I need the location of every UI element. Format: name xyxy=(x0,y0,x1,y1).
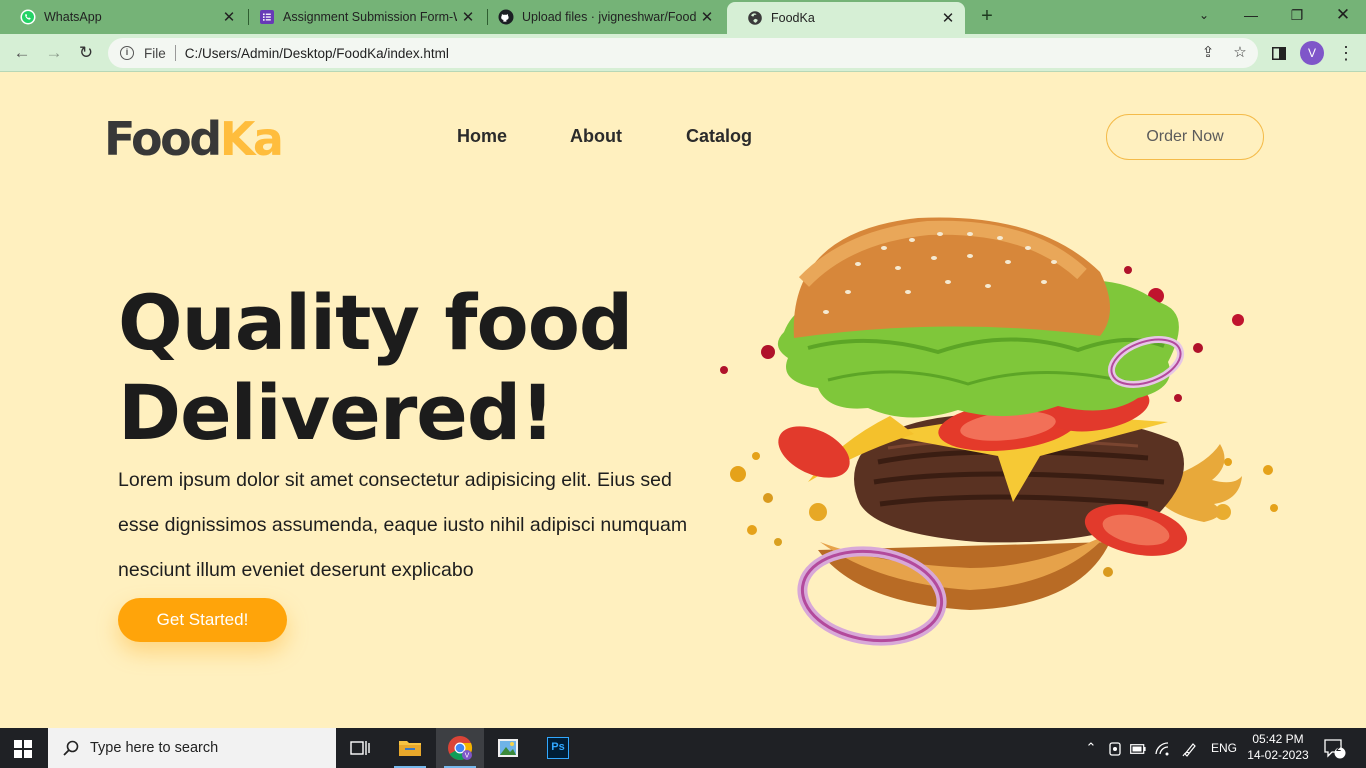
reload-icon[interactable]: ↻ xyxy=(73,40,99,66)
task-view-icon[interactable] xyxy=(336,728,384,768)
tab-title: WhatsApp xyxy=(44,10,102,24)
tab-foodka[interactable]: FoodKa ✕ xyxy=(727,2,965,34)
file-scheme-label: File xyxy=(144,45,166,61)
taskbar-search-input[interactable]: Type here to search xyxy=(48,728,336,768)
close-tab-icon[interactable]: ✕ xyxy=(696,8,718,26)
minimize-button[interactable]: — xyxy=(1228,0,1274,30)
tab-whatsapp[interactable]: WhatsApp ✕ xyxy=(0,0,246,34)
tab-search-chevron-down-icon[interactable]: ⌄ xyxy=(1181,0,1227,30)
whatsapp-icon xyxy=(20,9,36,25)
nav-about-link[interactable]: About xyxy=(570,126,622,147)
foodka-logo[interactable]: FoodKa xyxy=(104,112,284,166)
photoshop-icon[interactable]: Ps xyxy=(534,728,582,768)
hero-title-line2: Delivered! xyxy=(118,368,555,457)
close-tab-icon[interactable]: ✕ xyxy=(218,8,240,26)
bottom-bun xyxy=(818,534,1110,610)
tab-github-upload[interactable]: Upload files · jvigneshwar/FoodKa ✕ xyxy=(478,0,724,34)
get-started-button[interactable]: Get Started! xyxy=(118,598,287,642)
menu-kebab-icon[interactable]: ⋮ xyxy=(1333,40,1359,66)
browser-toolbar: ← → ↻ i File C:/Users/Admin/Desktop/Food… xyxy=(0,34,1366,72)
hero-title-line1: Quality food xyxy=(118,278,633,367)
forms-icon xyxy=(260,10,274,24)
back-arrow-icon[interactable]: ← xyxy=(9,40,35,66)
photos-icon[interactable] xyxy=(484,728,532,768)
top-bun xyxy=(793,217,1110,338)
tab-assignment-form[interactable]: Assignment Submission Form-We ✕ xyxy=(239,0,485,34)
svg-text:V: V xyxy=(465,753,470,760)
windows-start-icon[interactable] xyxy=(14,740,32,758)
photoshop-label: Ps xyxy=(547,737,569,759)
language-indicator[interactable]: ENG xyxy=(1206,728,1242,768)
notifications-icon[interactable]: 2 xyxy=(1320,728,1350,768)
foodka-page: FoodKa Home About Catalog Order Now Qual… xyxy=(0,72,1366,728)
github-icon xyxy=(498,9,514,25)
wifi-icon[interactable] xyxy=(1153,728,1173,768)
chrome-icon[interactable]: V xyxy=(436,728,484,768)
side-panel-icon[interactable] xyxy=(1266,40,1292,66)
logo-text-food: Food xyxy=(104,112,222,166)
profile-avatar[interactable]: V xyxy=(1300,41,1324,65)
bookmark-star-icon[interactable]: ☆ xyxy=(1227,40,1253,66)
file-explorer-icon[interactable] xyxy=(386,728,434,768)
burger-image xyxy=(720,217,1278,646)
address-bar[interactable]: i File C:/Users/Admin/Desktop/FoodKa/ind… xyxy=(108,38,1258,68)
tab-title: FoodKa xyxy=(771,11,815,25)
logo-text-ka: Ka xyxy=(219,112,284,166)
site-info-icon[interactable]: i xyxy=(120,46,134,60)
meet-now-icon[interactable] xyxy=(1105,728,1125,768)
nav-catalog-link[interactable]: Catalog xyxy=(686,126,752,147)
clock-date: 14-02-2023 xyxy=(1247,748,1309,762)
new-tab-button[interactable]: + xyxy=(976,4,998,30)
close-tab-icon[interactable]: ✕ xyxy=(457,8,479,26)
order-now-button[interactable]: Order Now xyxy=(1106,114,1264,160)
address-divider xyxy=(174,45,176,61)
tab-title: Assignment Submission Form-We xyxy=(283,10,457,24)
share-icon[interactable]: ⇪ xyxy=(1195,40,1221,66)
show-hidden-icons-chevron-up-icon[interactable]: ⌃ xyxy=(1082,728,1100,768)
search-icon xyxy=(63,740,79,756)
clock-time: 05:42 PM xyxy=(1252,732,1304,746)
url-text[interactable]: C:/Users/Admin/Desktop/FoodKa/index.html xyxy=(185,46,449,61)
globe-icon xyxy=(748,11,762,25)
restore-button[interactable]: ❐ xyxy=(1274,0,1320,30)
taskbar-clock[interactable]: 05:42 PM 14-02-2023 xyxy=(1240,731,1316,763)
hero-title: Quality food Delivered! xyxy=(118,278,633,458)
tab-title: Upload files · jvigneshwar/FoodKa xyxy=(522,10,696,24)
hero-description: Lorem ipsum dolor sit amet consectetur a… xyxy=(118,469,688,581)
browser-tab-strip: WhatsApp ✕ Assignment Submission Form-We… xyxy=(0,0,1366,34)
nav-home-link[interactable]: Home xyxy=(457,126,507,147)
windows-taskbar: Type here to search V Ps ⌃ ENG 05:42 PM … xyxy=(0,728,1366,768)
close-tab-icon[interactable]: ✕ xyxy=(937,9,959,27)
pen-workspace-icon[interactable] xyxy=(1179,728,1201,768)
close-window-button[interactable]: ✕ xyxy=(1320,0,1366,30)
battery-icon[interactable] xyxy=(1128,728,1148,768)
forward-arrow-icon[interactable]: → xyxy=(41,40,67,66)
notification-count-badge: 2 xyxy=(1336,743,1342,753)
search-placeholder: Type here to search xyxy=(90,740,219,756)
